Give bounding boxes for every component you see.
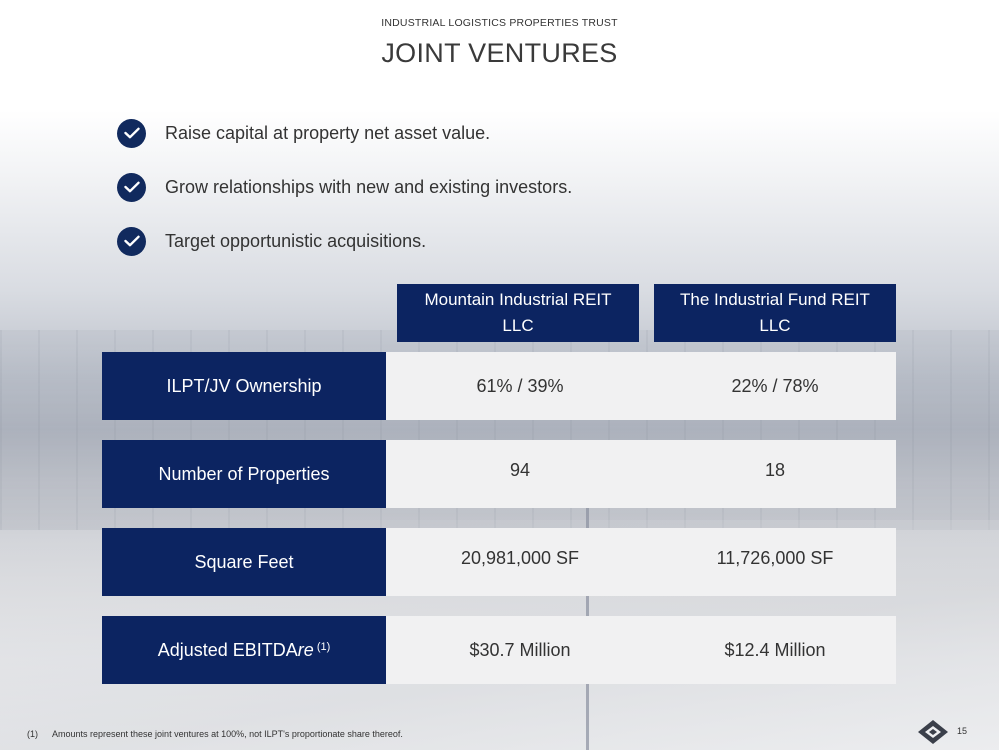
page-number: 15 [957, 726, 968, 736]
table-cell: 18 [764, 459, 786, 480]
column-header-line1: The Industrial Fund REIT [680, 290, 870, 309]
bullet-text: Grow relationships with new and existing… [165, 176, 573, 197]
check-circle-icon [117, 172, 146, 202]
bullet-text: Raise capital at property net asset valu… [165, 122, 491, 143]
row-cells: $30.7 Million $12.4 Million [386, 616, 896, 684]
check-circle-icon [117, 226, 146, 256]
footnote-number: (1) [27, 729, 38, 739]
column-header-line1: Mountain Industrial REIT [424, 290, 612, 309]
row-label: Adjusted EBITDA re (1) [102, 616, 386, 684]
row-label: Number of Properties [102, 440, 386, 508]
bullet-text: Target opportunistic acquisitions. [165, 230, 427, 251]
table-row-ownership: ILPT/JV Ownership 61% / 39% 22% / 78% [102, 352, 896, 420]
header: INDUSTRIAL LOGISTICS PROPERTIES TRUST JO… [0, 17, 999, 69]
footnote-marker: (1) [316, 641, 331, 653]
table-cell: $30.7 Million [469, 639, 571, 660]
footnote-text: Amounts represent these joint ventures a… [52, 729, 403, 739]
table-row-ebitda: Adjusted EBITDA re (1) $30.7 Million $12.4… [102, 616, 896, 684]
bullet-item: Raise capital at property net asset valu… [117, 118, 572, 148]
company-logo-icon [918, 720, 948, 744]
table-cell: 20,981,000 SF [460, 547, 580, 568]
row-label: Square Feet [102, 528, 386, 596]
row-label-text: Adjusted EBITDA [157, 639, 298, 660]
row-label: ILPT/JV Ownership [102, 352, 386, 420]
row-cells: 61% / 39% 22% / 78% [386, 352, 896, 420]
column-header-mountain-industrial: Mountain Industrial REIT LLC [397, 284, 639, 342]
column-header-line2: LLC [759, 316, 791, 335]
table-cell: 11,726,000 SF [716, 547, 834, 568]
footnote: (1) Amounts represent these joint venture… [27, 729, 403, 739]
table-row-properties: Number of Properties 94 18 [102, 440, 896, 508]
row-cells: 94 18 [386, 440, 896, 508]
table-cell: $12.4 Million [724, 639, 826, 660]
row-label-italic: re [297, 639, 314, 660]
page-title: JOINT VENTURES [381, 38, 618, 68]
company-name: INDUSTRIAL LOGISTICS PROPERTIES TRUST [381, 17, 618, 29]
table-cell: 22% / 78% [731, 375, 819, 396]
column-header-line2: LLC [502, 316, 534, 335]
bullet-item: Grow relationships with new and existing… [117, 172, 572, 202]
check-circle-icon [117, 118, 146, 148]
table-cell: 94 [509, 459, 531, 480]
bullet-list: Raise capital at property net asset valu… [117, 118, 572, 280]
column-header-industrial-fund: The Industrial Fund REIT LLC [654, 284, 896, 342]
row-cells: 20,981,000 SF 11,726,000 SF [386, 528, 896, 596]
table-cell: 61% / 39% [476, 375, 564, 396]
bullet-item: Target opportunistic acquisitions. [117, 226, 572, 256]
table-row-square-feet: Square Feet 20,981,000 SF 11,726,000 SF [102, 528, 896, 596]
